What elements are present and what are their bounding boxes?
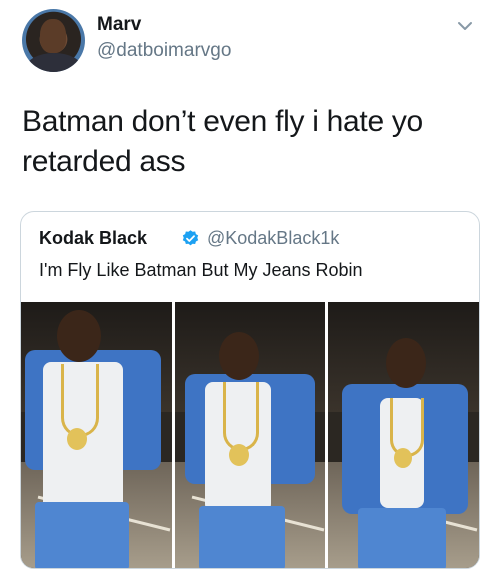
- head: [386, 338, 427, 388]
- head: [218, 332, 259, 380]
- tweet-text-line-1: Batman don’t even fly i hate yo: [22, 105, 423, 138]
- avatar-face: [40, 19, 66, 53]
- user-avatar[interactable]: [22, 9, 85, 72]
- photo-2[interactable]: [174, 302, 326, 568]
- tweet-text-line-2: retarded ass: [22, 145, 186, 178]
- gold-chain: [222, 382, 259, 451]
- author-name[interactable]: Marv: [97, 14, 141, 36]
- avatar-shirt: [26, 53, 82, 72]
- chain-pendant: [228, 444, 249, 466]
- photo-3[interactable]: [328, 302, 479, 568]
- verified-badge-icon: [182, 230, 199, 246]
- jeans: [198, 506, 285, 568]
- head: [57, 310, 101, 362]
- person-figure: [175, 302, 326, 568]
- photo-1[interactable]: [21, 302, 172, 568]
- chevron-down-icon[interactable]: [455, 16, 475, 36]
- quoted-author-name[interactable]: Kodak Black: [39, 228, 147, 249]
- photo-grid: [21, 302, 479, 568]
- tweet-text: Batman don’t even fly i hate yo retarded…: [22, 102, 462, 182]
- jeans: [358, 508, 447, 568]
- quoted-tweet-text: I'm Fly Like Batman But My Jeans Robin: [39, 260, 363, 280]
- author-handle[interactable]: @datboimarvgo: [97, 40, 231, 62]
- quoted-author-handle[interactable]: @KodakBlack1k: [207, 228, 339, 249]
- quoted-tweet-card[interactable]: Kodak Black @KodakBlack1k I'm Fly Like B…: [20, 211, 480, 569]
- gold-chain: [61, 364, 99, 437]
- person-figure: [328, 302, 479, 568]
- gold-chain: [390, 398, 425, 457]
- chain-pendant: [67, 428, 87, 450]
- person-figure: [21, 302, 172, 568]
- jeans: [35, 502, 129, 568]
